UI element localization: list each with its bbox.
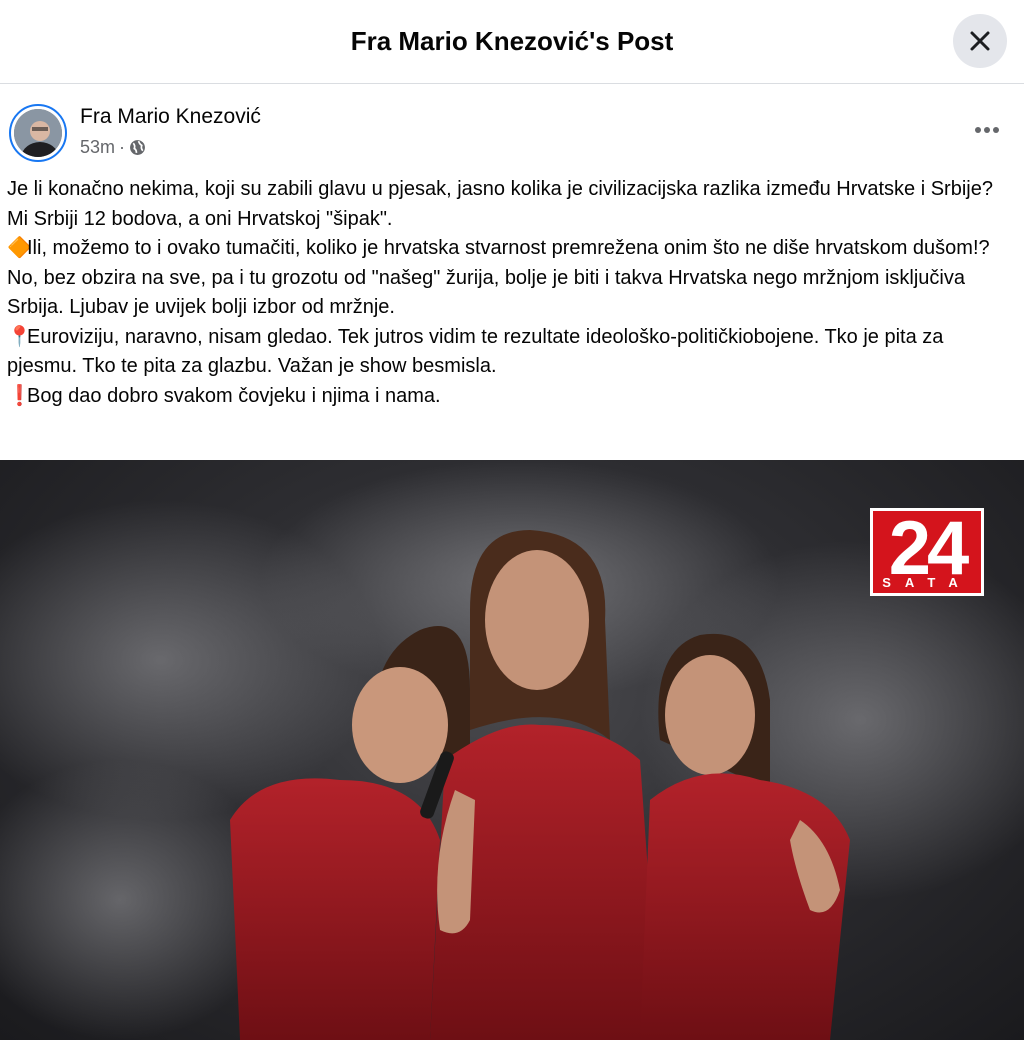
24sata-logo: 24 SATA — [870, 506, 984, 596]
dialog-title: Fra Mario Knezović's Post — [350, 26, 674, 56]
post: Fra Mario Knezović 53m · Je li konačno n… — [0, 85, 1024, 1040]
paragraph-text: Bog dao dobro svakom čovjeku i njima i n… — [27, 384, 441, 407]
avatar-photo — [14, 109, 62, 157]
more-options-button[interactable] — [972, 115, 1002, 145]
paragraph-text: Ili, možemo to i ovako tumačiti, koliko … — [27, 237, 990, 259]
more-horizontal-icon — [975, 127, 999, 133]
post-paragraph: No, bez obzira na sve, pa i tu grozotu o… — [7, 264, 1012, 323]
close-button[interactable] — [953, 14, 1007, 68]
dialog-header: Fra Mario Knezović's Post — [0, 0, 1024, 84]
paragraph-text: No, bez obzira na sve, pa i tu grozotu o… — [7, 266, 965, 319]
post-paragraph: ❗Bog dao dobro svakom čovjeku i njima i … — [7, 382, 1012, 412]
paragraph-text: Euroviziju, naravno, nisam gledao. Tek j… — [7, 325, 944, 378]
meta-separator: · — [119, 137, 126, 157]
avatar[interactable] — [9, 104, 67, 162]
paragraph-text: Je li konačno nekima, koji su zabili gla… — [7, 178, 993, 230]
exclamation-icon: ❗ — [7, 384, 32, 407]
post-header: Fra Mario Knezović 53m · — [0, 85, 1024, 167]
author-name[interactable]: Fra Mario Knezović — [80, 105, 261, 129]
globe-icon — [130, 140, 145, 155]
logo-text: SATA — [882, 575, 972, 590]
post-paragraph: 📍Euroviziju, naravno, nisam gledao. Tek … — [7, 323, 1012, 382]
close-icon — [970, 31, 990, 51]
round-pushpin-icon: 📍 — [7, 325, 32, 348]
post-photo[interactable]: 24 SATA — [0, 460, 1024, 1040]
post-paragraph: Je li konačno nekima, koji su zabili gla… — [7, 175, 1012, 234]
post-text: Je li konačno nekima, koji su zabili gla… — [7, 175, 1012, 411]
orange-diamond-icon: 🔶 — [7, 237, 32, 259]
post-paragraph: 🔶Ili, možemo to i ovako tumačiti, koliko… — [7, 234, 1012, 264]
post-meta: 53m · — [80, 137, 146, 158]
post-time[interactable]: 53m — [80, 137, 115, 158]
